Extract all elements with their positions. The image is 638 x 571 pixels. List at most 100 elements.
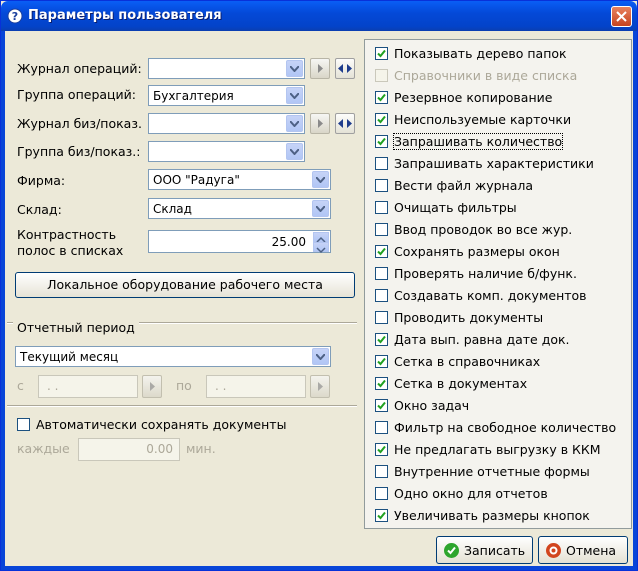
chevron-down-icon[interactable]	[312, 348, 329, 365]
option-checkbox-row[interactable]: Запрашивать характеристики	[375, 155, 625, 173]
journal-biz-pick-button[interactable]	[310, 113, 330, 134]
journal-biz-label: Журнал биз/показ.	[17, 116, 142, 131]
checkbox-unchecked[interactable]	[375, 289, 388, 302]
option-label: Запрашивать характеристики	[394, 156, 594, 171]
autosave-interval-field[interactable]: 0.00	[78, 438, 180, 461]
checkbox-unchecked[interactable]	[375, 267, 388, 280]
option-checkbox-row[interactable]: Окно задач	[375, 397, 625, 415]
option-checkbox-row[interactable]: Сохранять размеры окон	[375, 243, 625, 261]
option-checkbox-row[interactable]: Вести файл журнала	[375, 177, 625, 195]
option-checkbox-row[interactable]: Ввод проводок во все жур.	[375, 221, 625, 239]
autosave-checkbox[interactable]	[17, 418, 30, 431]
chevron-down-icon[interactable]	[312, 200, 329, 217]
journal-ops-nav-button[interactable]	[335, 58, 355, 79]
checkbox-checked[interactable]	[375, 113, 388, 126]
option-checkbox-row[interactable]: Проводить документы	[375, 309, 625, 327]
firm-select[interactable]: ООО "Радуга"	[148, 169, 331, 190]
checkbox-checked[interactable]	[375, 377, 388, 390]
spin-up-icon[interactable]	[313, 232, 329, 243]
checkbox-checked[interactable]	[375, 399, 388, 412]
checkmark-icon	[377, 357, 386, 366]
option-checkbox-row[interactable]: Увеличивать размеры кнопок	[375, 507, 625, 525]
spin-down-icon[interactable]	[313, 242, 329, 254]
journal-ops-select[interactable]	[148, 58, 305, 79]
period-from-field[interactable]: . .	[38, 375, 138, 398]
checkmark-icon	[377, 335, 386, 344]
checkbox-checked[interactable]	[375, 509, 388, 522]
option-label: Ввод проводок во все жур.	[394, 222, 573, 237]
option-checkbox-row[interactable]: Фильтр на свободное количество	[375, 419, 625, 437]
option-checkbox-row[interactable]: Дата вып. равна дате док.	[375, 331, 625, 349]
option-checkbox-row[interactable]: Запрашивать количество	[375, 133, 625, 151]
checkbox-checked[interactable]	[375, 91, 388, 104]
chevron-down-icon[interactable]	[312, 171, 329, 188]
check-circle-icon	[444, 543, 459, 558]
option-checkbox-row[interactable]: Сетка в справочниках	[375, 353, 625, 371]
journal-ops-pick-button[interactable]	[310, 58, 330, 79]
period-section-label: Отчетный период	[13, 320, 139, 335]
checkbox-checked[interactable]	[375, 245, 388, 258]
checkbox-unchecked[interactable]	[375, 157, 388, 170]
option-checkbox-row[interactable]: Проверять наличие б/функ.	[375, 265, 625, 283]
group-ops-select[interactable]: Бухгалтерия	[148, 85, 305, 106]
contrast-spinner[interactable]: 25.00	[148, 230, 331, 254]
triangle-right-icon	[318, 119, 323, 128]
option-checkbox-row[interactable]: Не предлагать выгрузку в ККМ	[375, 441, 625, 459]
option-checkbox-row[interactable]: Сетка в документах	[375, 375, 625, 393]
chevron-down-icon[interactable]	[286, 143, 303, 160]
checkbox-unchecked[interactable]	[375, 223, 388, 236]
option-checkbox-row[interactable]: Показывать дерево папок	[375, 45, 625, 63]
chevron-down-icon[interactable]	[286, 115, 303, 132]
checkbox-checked[interactable]	[375, 135, 388, 148]
journal-biz-nav-button[interactable]	[335, 113, 355, 134]
title-bar[interactable]: ? Параметры пользователя	[1, 1, 637, 31]
cancel-button[interactable]: Отмена	[538, 536, 628, 564]
period-to-field[interactable]: . .	[206, 375, 306, 398]
option-checkbox-row[interactable]: Создавать комп. документов	[375, 287, 625, 305]
checkbox-unchecked[interactable]	[375, 311, 388, 324]
option-label: Дата вып. равна дате док.	[394, 332, 570, 347]
warehouse-select[interactable]: Склад	[148, 198, 331, 219]
checkbox-unchecked[interactable]	[375, 465, 388, 478]
option-label: Одно окно для отчетов	[394, 486, 548, 501]
option-checkbox-row[interactable]: Внутренние отчетные формы	[375, 463, 625, 481]
option-checkbox-row[interactable]: Резервное копирование	[375, 89, 625, 107]
checkbox-checked[interactable]	[375, 333, 388, 346]
autosave-label: Автоматически сохранять документы	[36, 417, 287, 432]
checkbox-checked[interactable]	[375, 443, 388, 456]
contrast-label-line2: полос в списках	[17, 243, 124, 258]
save-button[interactable]: Записать	[436, 536, 533, 564]
local-equipment-button[interactable]: Локальное оборудование рабочего места	[15, 272, 355, 298]
period-to-pick-button[interactable]	[310, 375, 330, 398]
autosave-every-label: каждые	[17, 441, 70, 456]
autosave-checkbox-row[interactable]: Автоматически сохранять документы	[17, 416, 317, 434]
period-from-pick-button[interactable]	[142, 375, 162, 398]
chevron-down-icon[interactable]	[286, 87, 303, 104]
option-label: Вести файл журнала	[394, 178, 534, 193]
left-panel: Журнал операций: Группа операций: Бухгал…	[5, 31, 361, 535]
checkbox-checked[interactable]	[375, 47, 388, 60]
option-label: Справочники в виде списка	[394, 68, 578, 83]
chevron-down-icon[interactable]	[286, 60, 303, 77]
period-select[interactable]: Текущий месяц	[15, 346, 331, 367]
triangle-right-icon	[318, 382, 323, 391]
journal-biz-select[interactable]	[148, 113, 305, 134]
checkbox-unchecked[interactable]	[375, 421, 388, 434]
checkbox-unchecked[interactable]	[375, 201, 388, 214]
option-checkbox-row[interactable]: Очищать фильтры	[375, 199, 625, 217]
checkmark-icon	[377, 379, 386, 388]
window-frame-bottom	[1, 566, 637, 570]
dialog-window: ? Параметры пользователя Журнал операций…	[0, 0, 638, 571]
option-label: Показывать дерево папок	[394, 46, 567, 61]
close-button[interactable]	[611, 6, 632, 27]
checkbox-unchecked[interactable]	[375, 487, 388, 500]
period-from-label: с	[17, 378, 24, 393]
checkbox-checked[interactable]	[375, 355, 388, 368]
svg-text:?: ?	[12, 10, 18, 23]
option-checkbox-row[interactable]: Одно окно для отчетов	[375, 485, 625, 503]
group-biz-select[interactable]	[148, 141, 305, 162]
warehouse-label: Склад:	[17, 202, 62, 217]
option-label: Сетка в документах	[394, 376, 528, 391]
checkbox-unchecked[interactable]	[375, 179, 388, 192]
option-checkbox-row[interactable]: Неиспользуемые карточки	[375, 111, 625, 129]
